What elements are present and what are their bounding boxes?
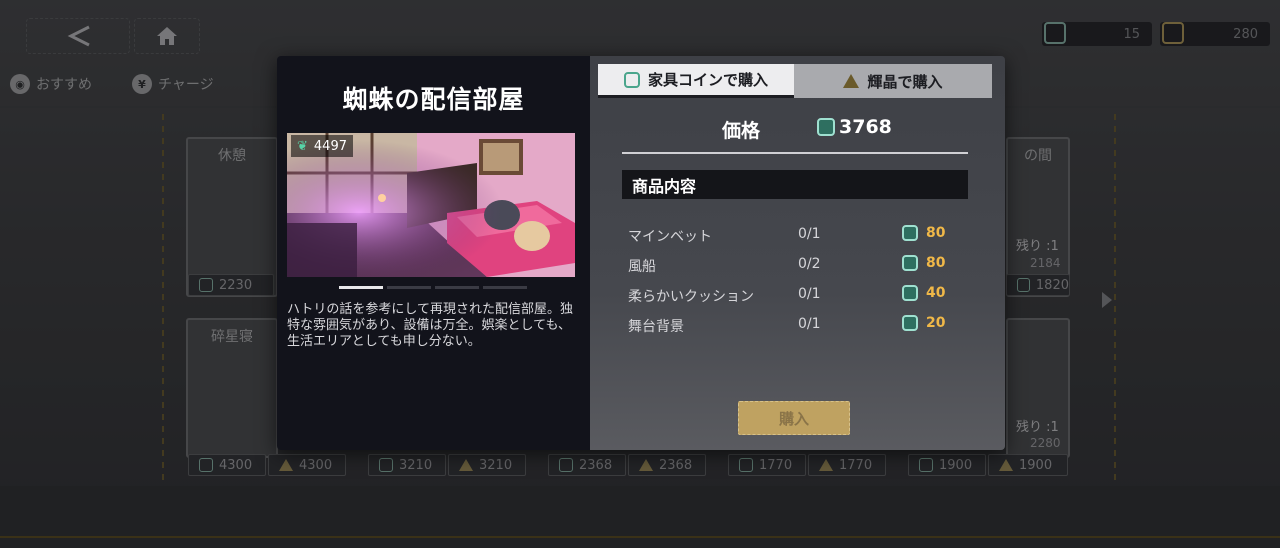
price-divider — [622, 152, 968, 154]
tab-coin-label: 家具コインで購入 — [647, 71, 768, 89]
price-amount: 3768 — [839, 116, 892, 138]
item-qty: 0/2 — [798, 256, 821, 272]
item-name: マインベット — [628, 229, 712, 245]
item-cost: 80 — [902, 255, 945, 271]
shop-screen: 15 280 ◉ おすすめ ¥ チャージ 休憩 2230 の間 残り :1 21… — [0, 0, 1280, 548]
crystal-icon — [843, 74, 860, 88]
pager-dot[interactable] — [483, 286, 527, 289]
item-name: 風船 — [628, 259, 656, 275]
furniture-coin-icon — [902, 225, 918, 241]
tab-buy-with-furniture-coin[interactable]: 家具コインで購入 — [598, 64, 794, 98]
room-preview-image[interactable]: ❦ 4497 — [287, 133, 575, 277]
tab-crystal-label: 輝晶で購入 — [867, 72, 943, 91]
price-value: 3768 — [817, 116, 892, 138]
item-name: 舞台背景 — [628, 319, 684, 335]
item-cost: 40 — [902, 285, 945, 301]
item-name: 柔らかいクッション — [628, 289, 754, 305]
furniture-coin-icon — [902, 315, 918, 331]
list-item: 風船 0/2 80 — [628, 250, 968, 280]
furniture-coin-icon — [902, 285, 918, 301]
item-cost: 20 — [902, 315, 945, 331]
pager-dot[interactable] — [387, 286, 431, 289]
furniture-coin-icon — [623, 71, 640, 88]
item-qty: 0/1 — [798, 286, 821, 302]
room-description: ハトリの話を参考にして再現された配信部屋。独特な雰囲気があり、設備は万全。娯楽と… — [287, 302, 574, 349]
item-qty: 0/1 — [798, 226, 821, 242]
list-item: 舞台背景 0/1 20 — [628, 310, 968, 340]
contents-list: マインベット 0/1 80 風船 0/2 80 柔らかいクッション 0/1 40… — [628, 220, 968, 340]
leaf-icon: ❦ — [297, 138, 308, 154]
list-item: マインベット 0/1 80 — [628, 220, 968, 250]
likes-badge: ❦ 4497 — [291, 135, 353, 157]
contents-header: 商品内容 — [622, 170, 968, 199]
pager-dot[interactable] — [339, 286, 383, 289]
purchase-dialog: 蜘蛛の配信部屋 ❦ 4497 ハトリの話を参考にして再現された配信部屋。独特な雰… — [277, 56, 1005, 450]
tab-buy-with-crystal[interactable]: 輝晶で購入 — [794, 64, 992, 98]
furniture-coin-icon — [902, 255, 918, 271]
furniture-coin-icon — [817, 118, 835, 136]
room-title: 蜘蛛の配信部屋 — [342, 85, 525, 114]
price-label: 価格 — [722, 120, 761, 142]
purchase-pane: 家具コインで購入 輝晶で購入 価格 3768 商品内容 マインベット 0/1 8… — [590, 56, 1005, 450]
room-detail-pane: 蜘蛛の配信部屋 ❦ 4497 ハトリの話を参考にして再現された配信部屋。独特な雰… — [277, 56, 590, 450]
image-pager — [339, 286, 527, 289]
item-qty: 0/1 — [798, 316, 821, 332]
pager-dot[interactable] — [435, 286, 479, 289]
list-item: 柔らかいクッション 0/1 40 — [628, 280, 968, 310]
item-cost: 80 — [902, 225, 945, 241]
likes-count: 4497 — [313, 138, 347, 154]
buy-button[interactable]: 購入 — [738, 401, 850, 435]
